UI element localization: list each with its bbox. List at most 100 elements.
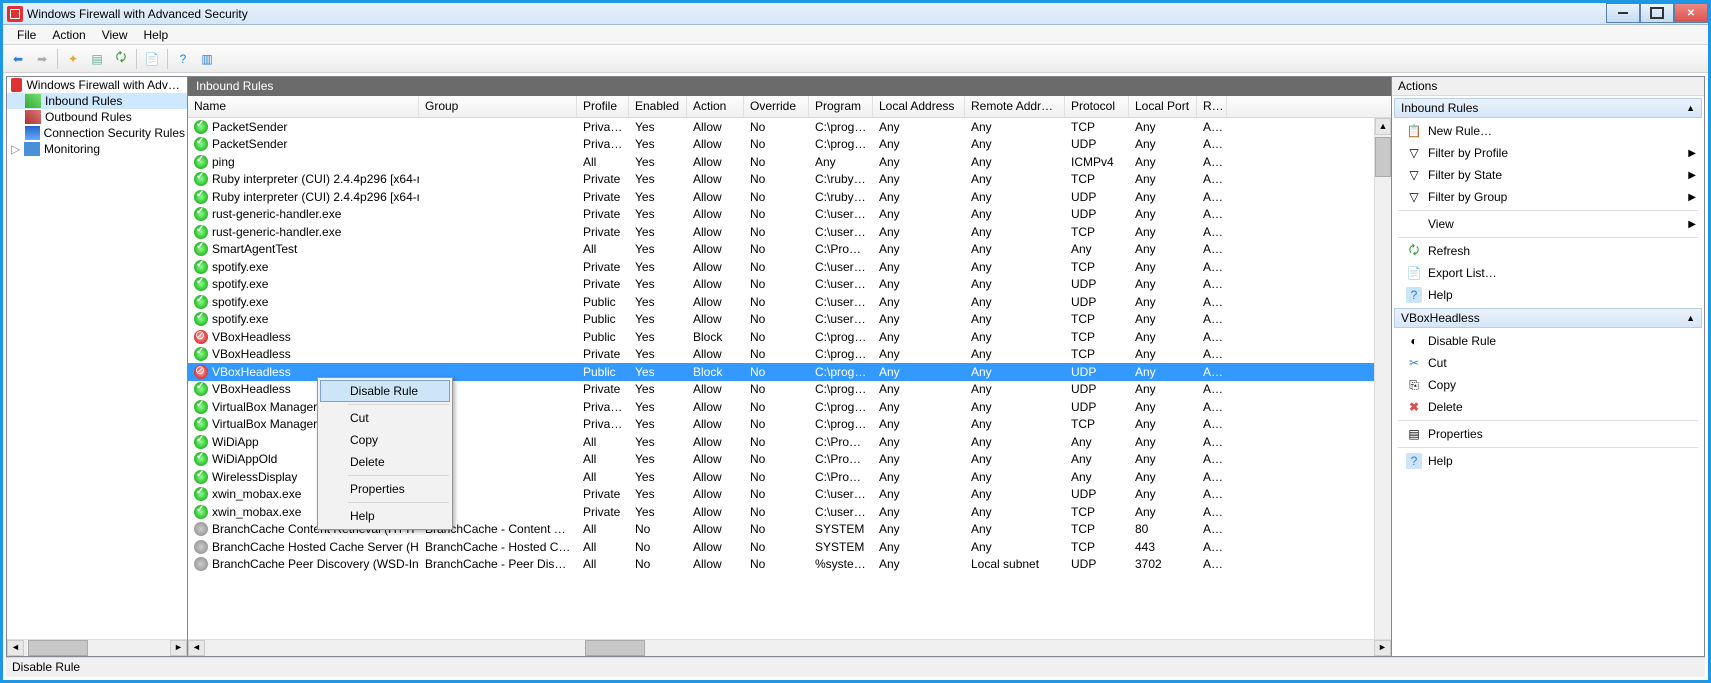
table-row[interactable]: spotify.exePrivateYesAllowNoC:\users\…An…	[188, 258, 1391, 276]
action-filter-group[interactable]: ▽Filter by Group▶	[1392, 186, 1704, 208]
scroll-right-icon[interactable]: ►	[170, 640, 187, 656]
action-refresh[interactable]: 🗘Refresh	[1392, 240, 1704, 262]
action-properties[interactable]: ▤Properties	[1392, 423, 1704, 445]
cm-disable-rule[interactable]: Disable Rule	[320, 380, 450, 402]
col-override[interactable]: Override	[744, 96, 809, 117]
delete-icon: ✖	[1406, 399, 1422, 415]
table-row[interactable]: Ruby interpreter (CUI) 2.4.4p296 [x64-mi…	[188, 188, 1391, 206]
table-row[interactable]: BranchCache Peer Discovery (WSD-In)Branc…	[188, 556, 1391, 574]
grid-hscrollbar[interactable]: ◄ ►	[188, 639, 1391, 656]
action-help[interactable]: ?Help	[1392, 284, 1704, 306]
expand-icon[interactable]: ▷	[11, 142, 20, 156]
action-export[interactable]: 📄Export List…	[1392, 262, 1704, 284]
table-row[interactable]: rust-generic-handler.exePrivateYesAllowN…	[188, 206, 1391, 224]
scroll-up-icon[interactable]: ▲	[1375, 118, 1391, 135]
menu-action[interactable]: Action	[44, 26, 93, 44]
collapse-icon[interactable]: ▲	[1686, 313, 1695, 323]
show-actions-button[interactable]: ▥	[196, 48, 218, 70]
table-row[interactable]: rust-generic-handler.exePrivateYesAllowN…	[188, 223, 1391, 241]
rule-status-icon	[194, 242, 208, 256]
table-row[interactable]: PacketSenderPrivate…YesAllowNoC:\progr…A…	[188, 118, 1391, 136]
table-row[interactable]: BranchCache Hosted Cache Server (HTT…Bra…	[188, 538, 1391, 556]
cm-delete[interactable]: Delete	[320, 451, 450, 473]
tree-monitoring[interactable]: ▷ Monitoring	[7, 141, 187, 157]
col-program[interactable]: Program	[809, 96, 873, 117]
action-button[interactable]: ✦	[62, 48, 84, 70]
properties-toolbar-button[interactable]: ▤	[86, 48, 108, 70]
close-button[interactable]: ✕	[1674, 3, 1708, 23]
action-filter-state[interactable]: ▽Filter by State▶	[1392, 164, 1704, 186]
cm-copy[interactable]: Copy	[320, 429, 450, 451]
collapse-icon[interactable]: ▲	[1686, 103, 1695, 113]
table-row[interactable]: PacketSenderPrivate…YesAllowNoC:\progr…A…	[188, 136, 1391, 154]
action-copy[interactable]: ⎘Copy	[1392, 374, 1704, 396]
help-toolbar-button[interactable]: ?	[172, 48, 194, 70]
col-profile[interactable]: Profile	[577, 96, 629, 117]
scroll-thumb[interactable]	[585, 640, 645, 656]
rule-remote-port: A…	[1197, 452, 1227, 466]
back-button[interactable]: ⬅	[7, 48, 29, 70]
action-view[interactable]: View▶	[1392, 213, 1704, 235]
col-local-port[interactable]: Local Port	[1129, 96, 1197, 117]
rule-enabled: Yes	[629, 155, 687, 169]
rule-protocol: TCP	[1065, 347, 1129, 361]
minimize-button[interactable]	[1606, 3, 1640, 23]
export-toolbar-button[interactable]: 📄	[141, 48, 163, 70]
cm-properties[interactable]: Properties	[320, 478, 450, 500]
col-remote-port[interactable]: R…	[1197, 96, 1227, 117]
rule-profile: All	[577, 557, 629, 571]
maximize-button[interactable]	[1640, 3, 1674, 23]
action-cut[interactable]: ✂Cut	[1392, 352, 1704, 374]
tree-inbound-rules[interactable]: Inbound Rules	[7, 93, 187, 109]
tree-hscrollbar[interactable]: ◄ ►	[7, 639, 187, 656]
grid-vscrollbar[interactable]: ▲	[1374, 118, 1391, 639]
col-local-address[interactable]: Local Address	[873, 96, 965, 117]
cm-help[interactable]: Help	[320, 505, 450, 527]
table-row[interactable]: pingAllYesAllowNoAnyAnyAnyICMPv4AnyA…	[188, 153, 1391, 171]
tree-root[interactable]: Windows Firewall with Advanced Security	[7, 77, 187, 93]
rule-remote-port: A…	[1197, 312, 1227, 326]
refresh-toolbar-button[interactable]: 🗘	[110, 48, 132, 70]
rule-program: C:\users\…	[809, 487, 873, 501]
table-row[interactable]: spotify.exePrivateYesAllowNoC:\users\…An…	[188, 276, 1391, 294]
table-row[interactable]: VBoxHeadlessPublicYesBlockNoC:\progr…Any…	[188, 328, 1391, 346]
forward-button[interactable]: ➡	[31, 48, 53, 70]
actions-group-selected[interactable]: VBoxHeadless ▲	[1394, 308, 1702, 328]
table-row[interactable]: VBoxHeadlessPrivateYesAllowNoC:\progr…An…	[188, 346, 1391, 364]
scroll-thumb[interactable]	[28, 640, 88, 656]
action-disable-rule[interactable]: ◐Disable Rule	[1392, 330, 1704, 352]
actions-group-inbound[interactable]: Inbound Rules ▲	[1394, 98, 1702, 118]
rule-override: No	[744, 155, 809, 169]
scroll-thumb[interactable]	[1375, 137, 1391, 177]
scroll-left-icon[interactable]: ◄	[7, 640, 24, 656]
table-row[interactable]: spotify.exePublicYesAllowNoC:\users\…Any…	[188, 311, 1391, 329]
rule-remote-port: A…	[1197, 295, 1227, 309]
table-row[interactable]: SmartAgentTestAllYesAllowNoC:\Progr…AnyA…	[188, 241, 1391, 259]
rule-status-icon	[194, 365, 208, 379]
scroll-left-icon[interactable]: ◄	[188, 640, 205, 656]
tree-outbound-rules[interactable]: Outbound Rules	[7, 109, 187, 125]
col-action[interactable]: Action	[687, 96, 744, 117]
rule-program: C:\progr…	[809, 365, 873, 379]
scroll-right-icon[interactable]: ►	[1374, 640, 1391, 656]
menu-view[interactable]: View	[94, 26, 136, 44]
action-new-rule[interactable]: 📋New Rule…	[1392, 120, 1704, 142]
rule-local-address: Any	[873, 347, 965, 361]
col-enabled[interactable]: Enabled	[629, 96, 687, 117]
tree-connection-security[interactable]: Connection Security Rules	[7, 125, 187, 141]
rule-override: No	[744, 470, 809, 484]
col-name[interactable]: Name	[188, 96, 419, 117]
menu-file[interactable]: File	[9, 26, 44, 44]
menu-help[interactable]: Help	[136, 26, 177, 44]
action-delete[interactable]: ✖Delete	[1392, 396, 1704, 418]
col-group[interactable]: Group	[419, 96, 577, 117]
rule-remote-address: Any	[965, 120, 1065, 134]
table-row[interactable]: Ruby interpreter (CUI) 2.4.4p296 [x64-mi…	[188, 171, 1391, 189]
cm-cut[interactable]: Cut	[320, 407, 450, 429]
col-protocol[interactable]: Protocol	[1065, 96, 1129, 117]
table-row[interactable]: spotify.exePublicYesAllowNoC:\users\…Any…	[188, 293, 1391, 311]
col-remote-address[interactable]: Remote Address	[965, 96, 1065, 117]
action-help-2[interactable]: ?Help	[1392, 450, 1704, 472]
menubar: File Action View Help	[3, 25, 1708, 45]
action-filter-profile[interactable]: ▽Filter by Profile▶	[1392, 142, 1704, 164]
